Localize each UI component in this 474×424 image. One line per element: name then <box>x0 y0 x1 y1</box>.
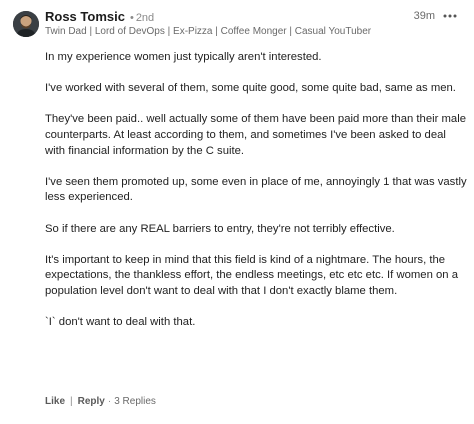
name-row: Ross Tomsic • 2nd <box>45 9 465 24</box>
comment-paragraph: I've worked with several of them, some q… <box>45 82 456 95</box>
comment-paragraph: So if there are any REAL barriers to ent… <box>45 222 395 235</box>
ellipsis-icon[interactable] <box>441 7 459 25</box>
comment-header: Ross Tomsic • 2nd 39m Twin Dad | Lord of… <box>45 9 465 37</box>
like-button[interactable]: Like <box>45 396 65 407</box>
action-separator: | <box>70 396 73 407</box>
comment-body: In my experience women just typically ar… <box>45 50 467 346</box>
comment-paragraph: It's important to keep in mind that this… <box>45 253 458 297</box>
comment-paragraph: `I` don't want to deal with that. <box>45 316 196 329</box>
comment-paragraph: I've seen them promoted up, some even in… <box>45 175 467 204</box>
reply-button[interactable]: Reply <box>78 396 105 407</box>
timestamp: 39m <box>413 10 435 22</box>
degree-separator: • <box>129 12 134 24</box>
comment-actions: Like | Reply · 3 Replies <box>45 396 156 407</box>
connection-degree: 2nd <box>135 12 155 24</box>
comment-paragraph: They've been paid.. well actually some o… <box>45 113 467 157</box>
comment-paragraph: In my experience women just typically ar… <box>45 51 322 63</box>
comment-card: Ross Tomsic • 2nd 39m Twin Dad | Lord of… <box>0 0 474 424</box>
replies-separator: · <box>107 396 112 407</box>
author-name[interactable]: Ross Tomsic <box>45 9 125 24</box>
avatar[interactable] <box>13 11 39 37</box>
author-headline: Twin Dad | Lord of DevOps | Ex-Pizza | C… <box>45 26 372 37</box>
replies-count-link[interactable]: 3 Replies <box>114 396 156 407</box>
